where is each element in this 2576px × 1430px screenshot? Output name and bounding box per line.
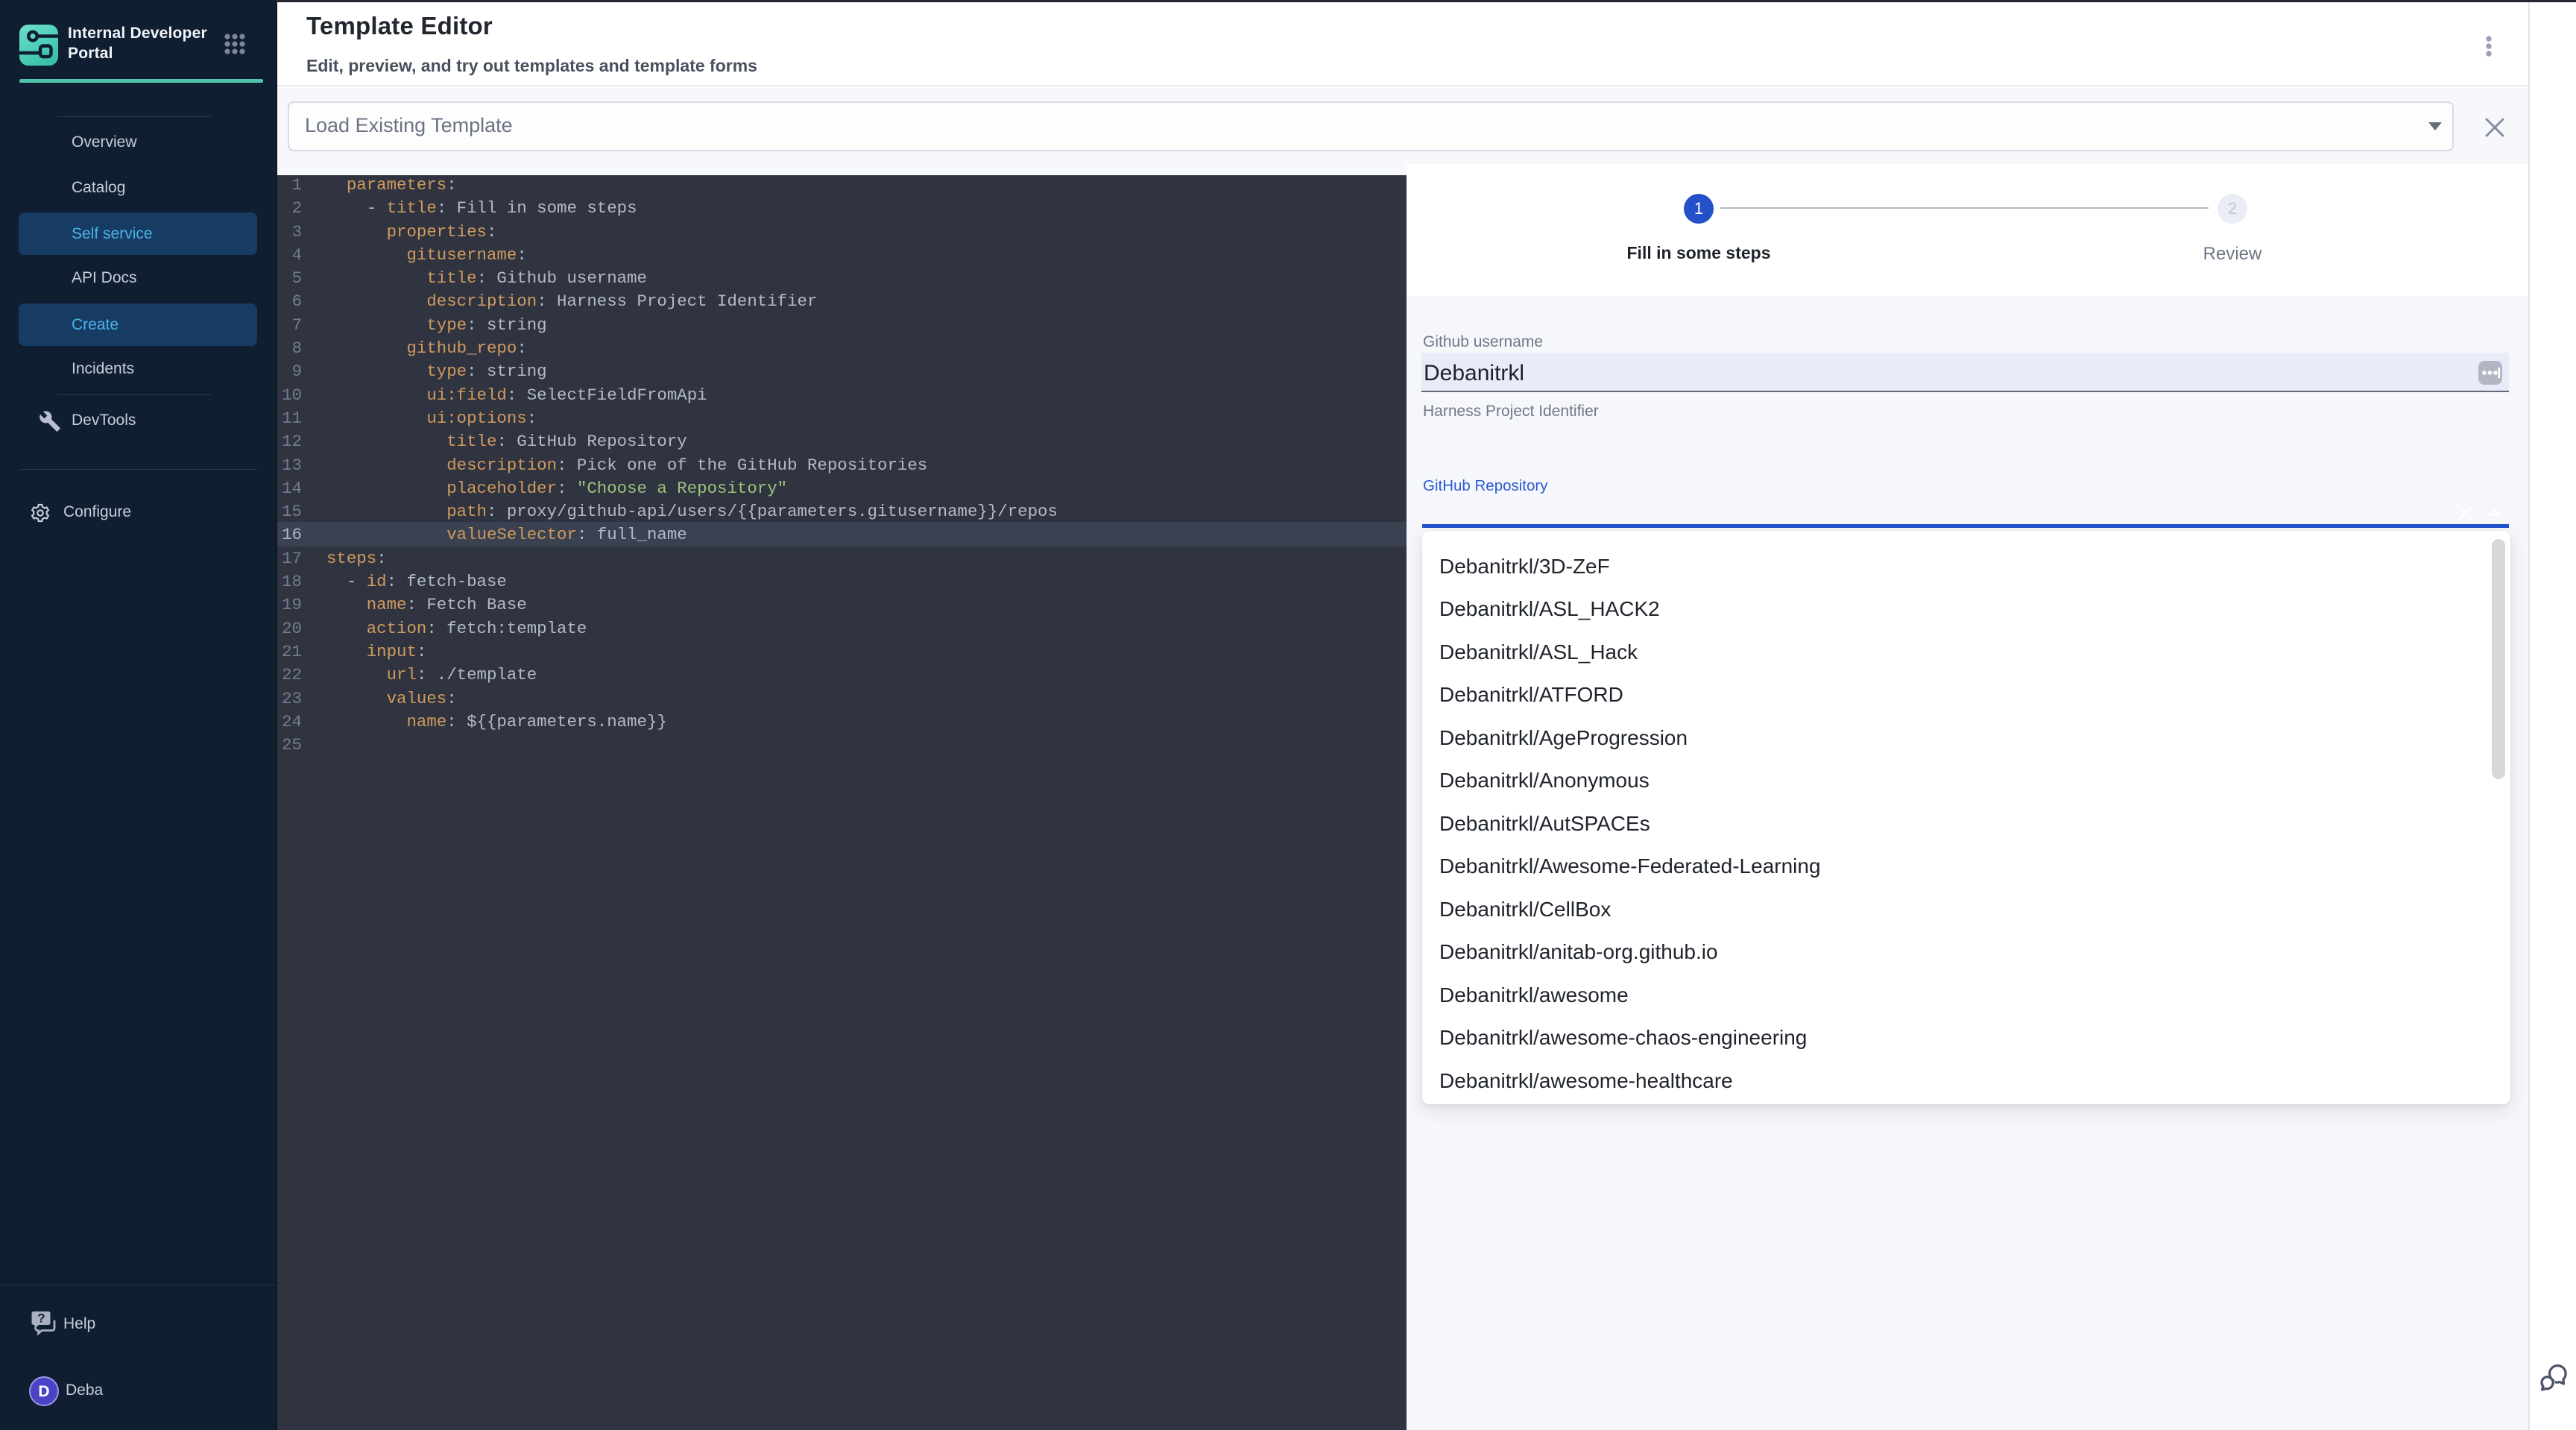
svg-text:?: ?: [37, 1311, 45, 1326]
